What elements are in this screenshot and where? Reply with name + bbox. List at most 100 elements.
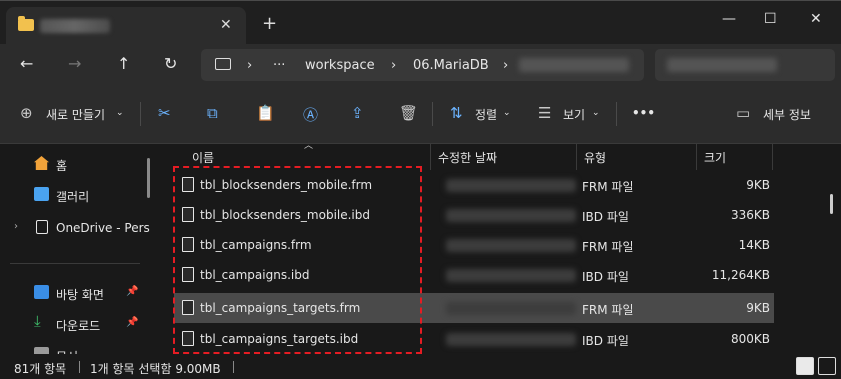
chevron-right-icon[interactable]: › xyxy=(14,221,18,232)
folder-icon xyxy=(18,16,34,31)
copy-icon[interactable]: ⧉ xyxy=(207,104,218,122)
sidebar-item-gallery[interactable]: 갤러리 xyxy=(0,181,150,209)
command-bar: ⊕ 새로 만들기 ⌄ ✂ ⧉ 📋 Ⓐ ⇪ 🗑 ⇅ 정렬 ⌄ ☰ 보기 ⌄ •••… xyxy=(0,86,841,144)
item-count: 81개 항목 xyxy=(14,362,67,376)
file-type: IBD 파일 xyxy=(582,270,629,284)
status-bar: 81개 항목 1개 항목 선택함 9.00MB xyxy=(0,354,841,379)
tab-close-icon[interactable]: ✕ xyxy=(220,17,232,33)
breadcrumb-mariadb[interactable]: 06.MariaDB xyxy=(413,58,489,73)
sidebar-item-onedrive[interactable]: › OneDrive - Pers xyxy=(0,214,150,242)
sort-icon: ⇅ xyxy=(450,104,463,122)
paste-icon[interactable]: 📋 xyxy=(256,104,275,122)
sidebar-item-desktop[interactable]: 바탕 화면 📌 xyxy=(0,279,150,307)
details-pane-icon: ▭ xyxy=(736,104,751,122)
navigation-bar: ← → ↑ ↻ › ··· workspace › 06.MariaDB › xyxy=(0,44,841,86)
breadcrumb-separator[interactable]: › xyxy=(391,58,396,73)
tiles-view-button[interactable] xyxy=(818,357,836,375)
sidebar-item-label: 다운로드 xyxy=(56,319,101,333)
rename-icon[interactable]: Ⓐ xyxy=(303,104,318,125)
file-size: 11,264KB xyxy=(711,268,770,282)
share-icon[interactable]: ⇪ xyxy=(351,104,364,122)
download-icon: ⤓ xyxy=(34,312,41,330)
file-size: 9KB xyxy=(746,178,770,192)
file-type: IBD 파일 xyxy=(582,334,629,348)
up-button[interactable]: ↑ xyxy=(117,54,130,73)
file-type: IBD 파일 xyxy=(582,210,629,224)
divider xyxy=(79,361,80,373)
delete-icon[interactable]: 🗑 xyxy=(399,104,418,122)
new-button[interactable]: 새로 만들기 xyxy=(46,106,105,123)
search-input[interactable] xyxy=(655,49,835,81)
forward-button[interactable]: → xyxy=(68,54,81,73)
gallery-icon xyxy=(34,187,49,201)
file-size: 14KB xyxy=(738,238,770,252)
sort-ascending-icon: ︿ xyxy=(304,141,314,151)
back-button[interactable]: ← xyxy=(20,54,33,73)
file-date-redacted xyxy=(446,269,576,282)
column-divider[interactable] xyxy=(430,144,431,170)
onedrive-icon xyxy=(36,220,48,234)
file-type: FRM 파일 xyxy=(582,303,634,317)
pin-icon[interactable]: 📌 xyxy=(126,286,138,297)
column-type[interactable]: 유형 xyxy=(584,149,606,166)
breadcrumb-separator[interactable]: › xyxy=(247,58,252,73)
file-date-redacted xyxy=(446,239,576,252)
sort-button[interactable]: 정렬 xyxy=(475,106,497,123)
file-size: 336KB xyxy=(730,208,770,222)
column-divider[interactable] xyxy=(576,144,577,170)
sidebar-item-downloads[interactable]: ⤓ 다운로드 📌 xyxy=(0,310,150,338)
file-date-redacted xyxy=(446,333,576,346)
column-divider[interactable] xyxy=(772,144,773,170)
divider xyxy=(616,102,617,126)
selection-info: 1개 항목 선택함 9.00MB xyxy=(90,362,221,376)
sidebar-item-label: OneDrive - Pers xyxy=(56,221,150,235)
pin-icon[interactable]: 📌 xyxy=(126,317,138,328)
column-date[interactable]: 수정한 날짜 xyxy=(438,149,497,166)
refresh-button[interactable]: ↻ xyxy=(164,54,177,73)
address-bar[interactable]: › ··· workspace › 06.MariaDB › xyxy=(201,49,644,81)
maximize-button[interactable]: ☐ xyxy=(764,11,777,27)
title-bar: ✕ + — ☐ ✕ xyxy=(0,0,841,45)
divider xyxy=(432,102,433,126)
sidebar-item-label: 홈 xyxy=(56,159,68,173)
new-tab-button[interactable]: + xyxy=(262,13,277,34)
breadcrumb-separator[interactable]: › xyxy=(503,58,508,73)
sidebar-scrollbar[interactable] xyxy=(147,158,150,198)
desktop-icon xyxy=(34,285,49,299)
chevron-down-icon: ⌄ xyxy=(592,108,600,118)
sidebar-item-label: 바탕 화면 xyxy=(56,288,104,302)
this-pc-icon xyxy=(215,58,231,70)
tab-current[interactable]: ✕ xyxy=(6,7,246,45)
tab-title-redacted xyxy=(40,19,110,33)
column-name[interactable]: 이름 xyxy=(192,149,214,166)
file-size: 9KB xyxy=(746,301,770,315)
home-icon xyxy=(34,156,49,170)
view-icon: ☰ xyxy=(538,104,552,122)
view-button[interactable]: 보기 xyxy=(563,106,585,123)
file-list-scrollbar[interactable] xyxy=(830,194,833,214)
search-placeholder-redacted xyxy=(667,58,777,72)
highlight-annotation xyxy=(173,166,422,354)
new-plus-icon: ⊕ xyxy=(20,104,33,122)
breadcrumb-redacted xyxy=(519,58,629,72)
column-size[interactable]: 크기 xyxy=(704,149,726,166)
file-date-redacted xyxy=(446,179,576,192)
chevron-down-icon: ⌄ xyxy=(116,108,124,118)
sidebar-item-label: 갤러리 xyxy=(56,190,90,204)
breadcrumb-workspace[interactable]: workspace xyxy=(305,58,375,73)
chevron-down-icon: ⌄ xyxy=(503,108,511,118)
more-button[interactable]: ••• xyxy=(632,106,655,120)
file-type: FRM 파일 xyxy=(582,240,634,254)
details-button[interactable]: 세부 정보 xyxy=(763,106,811,123)
minimize-button[interactable]: — xyxy=(722,11,736,27)
file-date-redacted xyxy=(446,209,576,222)
cut-icon[interactable]: ✂ xyxy=(158,104,171,122)
divider xyxy=(140,102,141,126)
column-divider[interactable] xyxy=(696,144,697,170)
divider xyxy=(10,263,140,264)
navigation-pane: 홈 갤러리 › OneDrive - Pers 바탕 화면 📌 ⤓ 다운로드 📌… xyxy=(0,144,150,364)
details-view-button[interactable] xyxy=(796,357,814,375)
sidebar-item-home[interactable]: 홈 xyxy=(0,150,150,178)
breadcrumb-more[interactable]: ··· xyxy=(273,58,285,73)
close-button[interactable]: ✕ xyxy=(810,11,822,27)
